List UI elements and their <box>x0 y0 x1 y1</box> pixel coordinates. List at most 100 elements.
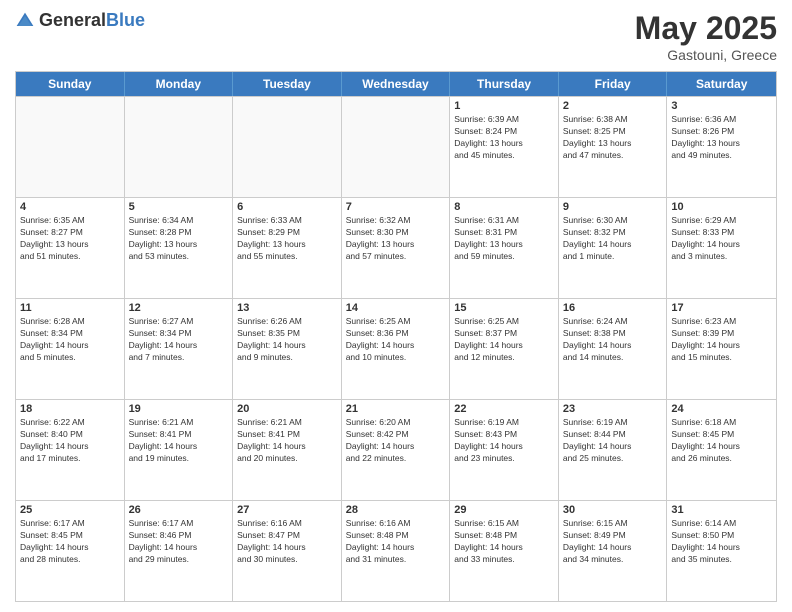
day-cell-31: 31Sunrise: 6:14 AM Sunset: 8:50 PM Dayli… <box>667 501 776 601</box>
day-number-18: 18 <box>20 403 120 415</box>
day-cell-1: 1 Sunrise: 6:39 AM Sunset: 8:24 PM Daylig… <box>450 97 559 197</box>
day-info-3: Sunrise: 6:36 AM Sunset: 8:26 PM Dayligh… <box>671 114 772 162</box>
day-number-15: 15 <box>454 302 554 314</box>
day-cell-13: 13Sunrise: 6:26 AM Sunset: 8:35 PM Dayli… <box>233 299 342 399</box>
header-monday: Monday <box>125 72 234 96</box>
day-cell-8: 8 Sunrise: 6:31 AM Sunset: 8:31 PM Daylig… <box>450 198 559 298</box>
day-cell-9: 9Sunrise: 6:30 AM Sunset: 8:32 PM Daylig… <box>559 198 668 298</box>
day-info-25: Sunrise: 6:17 AM Sunset: 8:45 PM Dayligh… <box>20 518 120 566</box>
day-number-2: 2 <box>563 100 663 112</box>
day-cell-7: 7Sunrise: 6:32 AM Sunset: 8:30 PM Daylig… <box>342 198 451 298</box>
day-cell-4: 4 Sunrise: 6:35 AM Sunset: 8:27 PM Daylig… <box>16 198 125 298</box>
week-row-1: 4 Sunrise: 6:35 AM Sunset: 8:27 PM Daylig… <box>16 197 776 298</box>
day-cell-15: 15 Sunrise: 6:25 AM Sunset: 8:37 PM Dayli… <box>450 299 559 399</box>
logo-general: General <box>39 10 106 30</box>
day-cell-19: 19 Sunrise: 6:21 AM Sunset: 8:41 PM Dayli… <box>125 400 234 500</box>
day-info-30: Sunrise: 6:15 AM Sunset: 8:49 PM Dayligh… <box>563 518 663 566</box>
day-cell-2: 2 Sunrise: 6:38 AM Sunset: 8:25 PM Daylig… <box>559 97 668 197</box>
day-info-7: Sunrise: 6:32 AM Sunset: 8:30 PM Dayligh… <box>346 215 446 263</box>
week-row-0: 1 Sunrise: 6:39 AM Sunset: 8:24 PM Daylig… <box>16 96 776 197</box>
day-number-11: 11 <box>20 302 120 314</box>
day-info-5: Sunrise: 6:34 AM Sunset: 8:28 PM Dayligh… <box>129 215 229 263</box>
day-info-2: Sunrise: 6:38 AM Sunset: 8:25 PM Dayligh… <box>563 114 663 162</box>
day-number-22: 22 <box>454 403 554 415</box>
week-row-3: 18 Sunrise: 6:22 AM Sunset: 8:40 PM Dayli… <box>16 399 776 500</box>
day-info-17: Sunrise: 6:23 AM Sunset: 8:39 PM Dayligh… <box>671 316 772 364</box>
header-friday: Friday <box>559 72 668 96</box>
day-info-21: Sunrise: 6:20 AM Sunset: 8:42 PM Dayligh… <box>346 417 446 465</box>
day-info-10: Sunrise: 6:29 AM Sunset: 8:33 PM Dayligh… <box>671 215 772 263</box>
week-row-4: 25 Sunrise: 6:17 AM Sunset: 8:45 PM Dayli… <box>16 500 776 601</box>
day-info-14: Sunrise: 6:25 AM Sunset: 8:36 PM Dayligh… <box>346 316 446 364</box>
day-cell-27: 27Sunrise: 6:16 AM Sunset: 8:47 PM Dayli… <box>233 501 342 601</box>
logo-text: GeneralBlue <box>39 10 145 31</box>
day-cell-10: 10 Sunrise: 6:29 AM Sunset: 8:33 PM Dayli… <box>667 198 776 298</box>
title-month: May 2025 <box>635 10 777 47</box>
empty-cell-0-0 <box>16 97 125 197</box>
header-tuesday: Tuesday <box>233 72 342 96</box>
day-info-24: Sunrise: 6:18 AM Sunset: 8:45 PM Dayligh… <box>671 417 772 465</box>
header-wednesday: Wednesday <box>342 72 451 96</box>
day-cell-3: 3Sunrise: 6:36 AM Sunset: 8:26 PM Daylig… <box>667 97 776 197</box>
day-number-20: 20 <box>237 403 337 415</box>
day-cell-16: 16Sunrise: 6:24 AM Sunset: 8:38 PM Dayli… <box>559 299 668 399</box>
day-cell-5: 5Sunrise: 6:34 AM Sunset: 8:28 PM Daylig… <box>125 198 234 298</box>
day-cell-6: 6Sunrise: 6:33 AM Sunset: 8:29 PM Daylig… <box>233 198 342 298</box>
day-number-6: 6 <box>237 201 337 213</box>
day-cell-11: 11 Sunrise: 6:28 AM Sunset: 8:34 PM Dayli… <box>16 299 125 399</box>
calendar-header: Sunday Monday Tuesday Wednesday Thursday… <box>16 72 776 96</box>
day-number-16: 16 <box>563 302 663 314</box>
day-number-25: 25 <box>20 504 120 516</box>
day-cell-12: 12 Sunrise: 6:27 AM Sunset: 8:34 PM Dayli… <box>125 299 234 399</box>
day-cell-20: 20 Sunrise: 6:21 AM Sunset: 8:41 PM Dayli… <box>233 400 342 500</box>
day-info-9: Sunrise: 6:30 AM Sunset: 8:32 PM Dayligh… <box>563 215 663 263</box>
day-cell-30: 30Sunrise: 6:15 AM Sunset: 8:49 PM Dayli… <box>559 501 668 601</box>
day-info-23: Sunrise: 6:19 AM Sunset: 8:44 PM Dayligh… <box>563 417 663 465</box>
day-number-17: 17 <box>671 302 772 314</box>
day-cell-21: 21 Sunrise: 6:20 AM Sunset: 8:42 PM Dayli… <box>342 400 451 500</box>
day-info-26: Sunrise: 6:17 AM Sunset: 8:46 PM Dayligh… <box>129 518 229 566</box>
day-info-12: Sunrise: 6:27 AM Sunset: 8:34 PM Dayligh… <box>129 316 229 364</box>
day-cell-25: 25 Sunrise: 6:17 AM Sunset: 8:45 PM Dayli… <box>16 501 125 601</box>
day-number-28: 28 <box>346 504 446 516</box>
calendar-body: 1 Sunrise: 6:39 AM Sunset: 8:24 PM Daylig… <box>16 96 776 601</box>
day-number-23: 23 <box>563 403 663 415</box>
day-cell-18: 18 Sunrise: 6:22 AM Sunset: 8:40 PM Dayli… <box>16 400 125 500</box>
day-number-14: 14 <box>346 302 446 314</box>
header-thursday: Thursday <box>450 72 559 96</box>
day-cell-14: 14 Sunrise: 6:25 AM Sunset: 8:36 PM Dayli… <box>342 299 451 399</box>
day-cell-22: 22 Sunrise: 6:19 AM Sunset: 8:43 PM Dayli… <box>450 400 559 500</box>
header: GeneralBlue May 2025 Gastouni, Greece <box>15 10 777 63</box>
day-number-1: 1 <box>454 100 554 112</box>
day-number-19: 19 <box>129 403 229 415</box>
logo-blue: Blue <box>106 10 145 30</box>
day-info-15: Sunrise: 6:25 AM Sunset: 8:37 PM Dayligh… <box>454 316 554 364</box>
day-info-8: Sunrise: 6:31 AM Sunset: 8:31 PM Dayligh… <box>454 215 554 263</box>
empty-cell-0-3 <box>342 97 451 197</box>
page: GeneralBlue May 2025 Gastouni, Greece Su… <box>0 0 792 612</box>
day-info-20: Sunrise: 6:21 AM Sunset: 8:41 PM Dayligh… <box>237 417 337 465</box>
day-info-27: Sunrise: 6:16 AM Sunset: 8:47 PM Dayligh… <box>237 518 337 566</box>
day-info-18: Sunrise: 6:22 AM Sunset: 8:40 PM Dayligh… <box>20 417 120 465</box>
calendar: Sunday Monday Tuesday Wednesday Thursday… <box>15 71 777 602</box>
day-info-19: Sunrise: 6:21 AM Sunset: 8:41 PM Dayligh… <box>129 417 229 465</box>
day-number-31: 31 <box>671 504 772 516</box>
day-info-22: Sunrise: 6:19 AM Sunset: 8:43 PM Dayligh… <box>454 417 554 465</box>
week-row-2: 11 Sunrise: 6:28 AM Sunset: 8:34 PM Dayli… <box>16 298 776 399</box>
day-cell-17: 17 Sunrise: 6:23 AM Sunset: 8:39 PM Dayli… <box>667 299 776 399</box>
day-info-1: Sunrise: 6:39 AM Sunset: 8:24 PM Dayligh… <box>454 114 554 162</box>
day-info-29: Sunrise: 6:15 AM Sunset: 8:48 PM Dayligh… <box>454 518 554 566</box>
day-number-10: 10 <box>671 201 772 213</box>
day-info-28: Sunrise: 6:16 AM Sunset: 8:48 PM Dayligh… <box>346 518 446 566</box>
day-number-26: 26 <box>129 504 229 516</box>
logo-icon <box>15 11 35 31</box>
day-cell-29: 29Sunrise: 6:15 AM Sunset: 8:48 PM Dayli… <box>450 501 559 601</box>
logo: GeneralBlue <box>15 10 145 31</box>
day-cell-26: 26 Sunrise: 6:17 AM Sunset: 8:46 PM Dayli… <box>125 501 234 601</box>
day-number-8: 8 <box>454 201 554 213</box>
day-info-4: Sunrise: 6:35 AM Sunset: 8:27 PM Dayligh… <box>20 215 120 263</box>
day-number-21: 21 <box>346 403 446 415</box>
day-number-12: 12 <box>129 302 229 314</box>
day-info-11: Sunrise: 6:28 AM Sunset: 8:34 PM Dayligh… <box>20 316 120 364</box>
day-number-4: 4 <box>20 201 120 213</box>
